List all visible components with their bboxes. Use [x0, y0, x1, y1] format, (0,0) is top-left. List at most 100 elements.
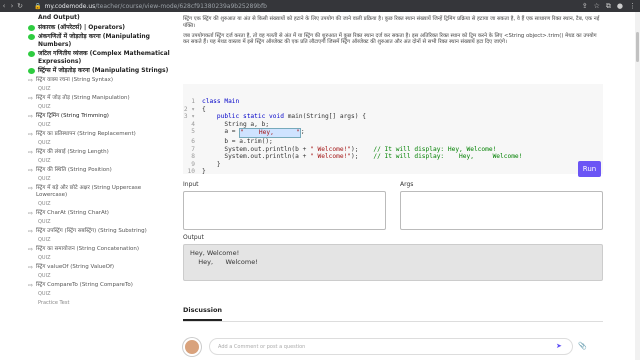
lesson-arrow-icon: ⇨ — [28, 227, 34, 235]
lock-icon[interactable]: 🔒 — [34, 3, 41, 10]
sidebar-item-label: QUIZ — [38, 121, 51, 128]
sidebar-quiz-item[interactable]: QUIZ — [28, 86, 173, 93]
sidebar-item[interactable]: ⇨ स्ट्रिंग CompareTo (String CompareTo) — [28, 282, 173, 289]
sidebar-item-label: स्ट्रिंग का प्रतिस्थापन (String Replacem… — [36, 130, 136, 137]
sidebar-item[interactable]: स्ट्रिंग्स में जोड़तोड़ करना (Manipulati… — [28, 67, 173, 75]
sidebar-item[interactable]: ⇨ स्ट्रिंग का समायोजन (String Concatenati… — [28, 246, 173, 253]
sidebar-quiz-item[interactable]: QUIZ — [28, 158, 173, 165]
sidebar-item[interactable]: ⇨ स्ट्रिंग में जोड़ तोड़ (String Manipula… — [28, 95, 173, 102]
sidebar-quiz-item[interactable]: QUIZ — [28, 104, 173, 111]
address-bar[interactable]: my.codemode.us/teacher/course/view-mode/… — [44, 3, 266, 10]
code-line[interactable]: 8 System.out.println(a + " Welcome!"); /… — [183, 153, 603, 161]
profile-icon[interactable]: ● — [617, 2, 623, 11]
code-token: main(String[] args) { — [287, 113, 366, 121]
sidebar-quiz-item[interactable]: QUIZ — [28, 176, 173, 183]
lesson-arrow-icon: ⇨ — [28, 245, 34, 253]
lesson-arrow-icon: ⇨ — [28, 281, 34, 289]
run-button[interactable]: Run — [578, 161, 601, 177]
input-label: Input — [183, 181, 199, 188]
code-token: System.out.println(b + — [202, 145, 311, 153]
line-number: 5 — [191, 128, 195, 136]
sidebar-item-label: स्ट्रिंग ट्रिमिंग (String Trimming) — [36, 112, 109, 119]
lesson-arrow-icon: ⇨ — [28, 112, 34, 120]
sidebar-item[interactable]: ⇨ स्ट्रिंग ट्रिमिंग (String Trimming) — [28, 113, 173, 120]
sidebar-item[interactable]: ⇨ स्ट्रिंग उपस्ट्रिंग (स्ट्रिंग सबस्ट्रिं… — [28, 228, 173, 235]
code-token: " Welcome!" — [310, 145, 352, 153]
input-field[interactable] — [183, 191, 386, 230]
paperclip-icon[interactable]: 📎 — [578, 342, 587, 350]
extensions-icon[interactable]: ⧉ — [606, 2, 611, 11]
url-host: my.codemode.us — [44, 2, 96, 10]
code-line[interactable]: 6 b = a.trim(); — [183, 138, 603, 146]
avatar — [183, 338, 201, 356]
sidebar-item-label: QUIZ — [38, 254, 51, 261]
sidebar-item-label: QUIZ — [38, 157, 51, 164]
code-token: ; — [300, 128, 305, 136]
code-line[interactable]: 7 System.out.println(b + " Welcome!"); /… — [183, 146, 603, 154]
code-token: // It will display: Hey, Welcome! — [373, 145, 497, 153]
discussion-tabs: Discussion — [183, 302, 603, 322]
sidebar-item[interactable]: ⇨ स्ट्रिंग का प्रतिस्थापन (String Replace… — [28, 131, 173, 138]
code-token: b = a.trim(); — [202, 137, 273, 145]
code-token: a = — [202, 128, 240, 136]
code-line[interactable]: 4 String a, b; — [183, 121, 603, 129]
sidebar-item[interactable]: ⇨ स्ट्रिंग CharAt (String CharAt) — [28, 210, 173, 217]
args-field[interactable] — [400, 191, 603, 230]
code-line[interactable]: 10} — [183, 168, 603, 176]
page-scrollbar[interactable] — [635, 12, 640, 360]
code-line[interactable]: 5 a = " Hey, "; — [183, 128, 603, 138]
sidebar-item-label: QUIZ — [38, 236, 51, 243]
bookmark-icon[interactable]: ☆ — [594, 2, 600, 11]
sidebar-item[interactable]: ⇨ स्ट्रिंग की लंबाई (String Length) — [28, 149, 173, 156]
share-icon[interactable]: ⇪ — [582, 2, 588, 11]
sidebar-quiz-item[interactable]: QUIZ — [28, 201, 173, 208]
sidebar-quiz-item[interactable]: QUIZ — [28, 291, 173, 298]
back-icon[interactable]: ‹ — [0, 2, 8, 10]
sidebar-item[interactable]: ⇨ स्ट्रिंग की स्थिति (String Position) — [28, 167, 173, 174]
args-label: Args — [400, 181, 414, 188]
sidebar-item-label: QUIZ — [38, 200, 51, 207]
sidebar-item[interactable]: जटिल गणितीय व्यंजक (Complex Mathematical… — [28, 50, 173, 65]
sidebar-item[interactable]: अंकगणितों में जोड़तोड़ करना (Manipulatin… — [28, 33, 173, 48]
code-line[interactable]: 1 class Main — [183, 98, 603, 106]
sidebar-top-text: And Output) — [28, 14, 173, 22]
lesson-arrow-icon: ⇨ — [28, 184, 34, 192]
code-token: " Welcome!" — [310, 153, 352, 161]
code-line[interactable]: 3 ▾ public static void main(String[] arg… — [183, 113, 603, 121]
check-circle-icon — [28, 51, 35, 57]
sidebar-item[interactable]: ⇨ स्ट्रिंग में बड़े और छोटे अक्षर (String… — [28, 185, 173, 199]
code-editor[interactable]: 1 class Main 2 ▾ {3 ▾ public static void ma… — [183, 84, 603, 176]
lesson-arrow-icon: ⇨ — [28, 263, 34, 271]
code-token: } — [202, 160, 221, 168]
sidebar-quiz-item[interactable]: Practice Test — [28, 300, 173, 307]
sidebar-quiz-item[interactable]: QUIZ — [28, 219, 173, 226]
forward-icon[interactable]: › — [8, 2, 16, 10]
sidebar-quiz-item[interactable]: QUIZ — [28, 273, 173, 280]
sidebar-item[interactable]: संकारक (ऑपरेटर्स) | Operators) — [28, 24, 173, 32]
sidebar-item-label: QUIZ — [38, 85, 51, 92]
code-content[interactable]: 1 class Main 2 ▾ {3 ▾ public static void ma… — [183, 84, 603, 176]
sidebar-quiz-item[interactable]: QUIZ — [28, 237, 173, 244]
line-number: 9 — [191, 160, 195, 168]
sidebar-quiz-item[interactable]: QUIZ — [28, 255, 173, 262]
lesson-description: स्ट्रिंग एक स्ट्रिंग की शुरुआत या अंत से… — [183, 16, 603, 46]
lesson-arrow-icon: ⇨ — [28, 148, 34, 156]
check-circle-icon — [28, 34, 35, 40]
send-icon[interactable]: ➤ — [556, 342, 562, 350]
code-line[interactable]: 2 ▾ { — [183, 106, 603, 114]
code-token: public static void — [202, 113, 288, 121]
menu-icon[interactable]: ⋮ — [629, 2, 636, 11]
check-circle-icon — [28, 68, 35, 74]
sidebar-quiz-item[interactable]: QUIZ — [28, 122, 173, 129]
sidebar-item[interactable]: ⇨ स्ट्रिंग valueOf (String ValueOf) — [28, 264, 173, 271]
sidebar-quiz-item[interactable]: QUIZ — [28, 140, 173, 147]
code-line[interactable]: 9 } — [183, 161, 603, 169]
sidebar-item-label: स्ट्रिंग valueOf (String ValueOf) — [36, 263, 115, 270]
tab-discussion[interactable]: Discussion — [183, 306, 223, 321]
sidebar-item[interactable]: ⇨ स्ट्रिंग वाक्य रचना (String Syntax) — [28, 77, 173, 84]
scrollbar-thumb[interactable] — [636, 32, 639, 62]
comment-input[interactable]: Add a Comment or post a question — [209, 338, 573, 355]
reload-icon[interactable]: ↻ — [16, 2, 24, 10]
check-circle-icon — [28, 24, 35, 31]
code-token: System.out.println(a + — [202, 153, 311, 161]
